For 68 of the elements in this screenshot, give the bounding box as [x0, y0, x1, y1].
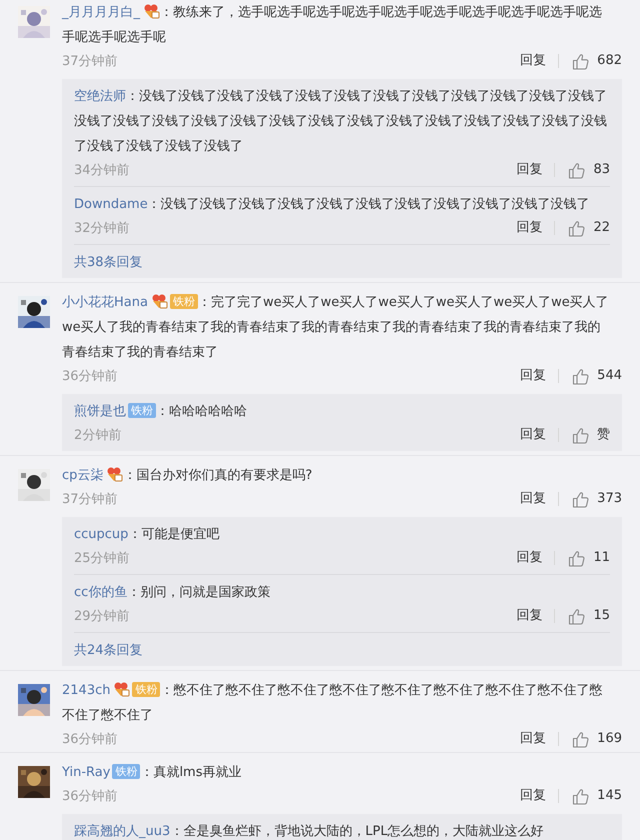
- comment-text: ccupcup：可能是便宜吧: [74, 526, 220, 544]
- thumbs-up-icon: [572, 490, 590, 508]
- thumbs-up-icon: [568, 220, 586, 236]
- timestamp: 36分钟前: [62, 368, 119, 385]
- username-link[interactable]: _月月月月白_: [62, 5, 140, 20]
- comment-text: 2143ch 铁粉 ：憋不住了憋不住了憋不住了憋不住了憋不住了憋不住了憋不住了憋不住了憋不住了憋不住了: [62, 680, 604, 725]
- comment-text: cp云柒 ：国台办对你们真的有要求是吗?: [62, 465, 314, 485]
- like-button[interactable]: 544: [572, 366, 622, 386]
- thumbs-up-icon: [572, 52, 590, 70]
- username-link[interactable]: cc你的鱼: [74, 585, 128, 600]
- comment-text: Downdame：没钱了没钱了没钱了没钱了没钱了没钱了没钱了没钱了没钱了没钱了没钱了: [74, 196, 591, 214]
- timestamp: 37分钟前: [62, 53, 119, 70]
- more-replies-link[interactable]: 共24条回复: [74, 643, 143, 658]
- reply-button[interactable]: 回复: [516, 218, 542, 238]
- reply-button[interactable]: 回复: [520, 786, 546, 806]
- thumbs-up-icon: [572, 368, 590, 384]
- comment-text: Yin-Ray 铁粉 ：真就lms再就业: [62, 763, 242, 782]
- thumbs-up-icon: [568, 608, 586, 624]
- thumbs-up-icon: [568, 550, 586, 566]
- like-button[interactable]: 15: [568, 606, 610, 626]
- thumbs-up-icon: [572, 730, 590, 748]
- comment-text: 踩高翘的人_uu3：全是臭鱼烂虾，背地说大陆的，LPL怎么想的，大陆就业这么好: [74, 823, 545, 840]
- like-button[interactable]: 11: [568, 548, 610, 568]
- timestamp: 36分钟前: [62, 788, 119, 805]
- like-button[interactable]: 145: [572, 786, 622, 806]
- timestamp: 34分钟前: [74, 162, 131, 179]
- timestamp: 36分钟前: [62, 731, 119, 748]
- reply-button[interactable]: 回复: [520, 425, 546, 445]
- thumbs-up-icon: [572, 788, 590, 804]
- username-link[interactable]: Downdame: [74, 197, 148, 212]
- reply-button[interactable]: 回复: [516, 606, 542, 626]
- comment-text: 煎饼是也 铁粉 ：哈哈哈哈哈哈: [74, 402, 248, 421]
- fan-badge: 铁粉: [112, 764, 140, 779]
- fan-badge: 铁粉: [132, 682, 160, 697]
- reply-button[interactable]: 回复: [516, 160, 542, 180]
- timestamp: 2分钟前: [74, 427, 122, 444]
- username-link[interactable]: 踩高翘的人_uu3: [74, 824, 170, 839]
- reply-button[interactable]: 回复: [520, 729, 546, 749]
- comment-text: 小小花花Hana 铁粉 ：完了完了we买人了we买人了we买人了we买人了we买人了we买人了we买人了我的青春结束了我的青春结束了我的青春结束了我的青春结束了我的青春结束了我的青春结束了我的青春结束了: [62, 292, 610, 362]
- username-link[interactable]: 小小花花Hana: [62, 295, 148, 310]
- username-link[interactable]: ccupcup: [74, 527, 128, 542]
- timestamp: 29分钟前: [74, 608, 131, 625]
- username-link[interactable]: 煎饼是也: [74, 404, 126, 419]
- like-button[interactable]: 373: [572, 489, 622, 509]
- like-button[interactable]: 22: [568, 218, 610, 238]
- comment-text: 空绝法师：没钱了没钱了没钱了没钱了没钱了没钱了没钱了没钱了没钱了没钱了没钱了没钱了没钱了没钱了没钱了没钱了没钱了没钱了没钱了没钱了没钱了没钱了没钱了没钱了没钱了没钱了没钱了没钱了没钱了没钱了: [74, 88, 608, 156]
- username-link[interactable]: cp云柒: [62, 468, 104, 483]
- reply-button[interactable]: 回复: [520, 51, 546, 71]
- like-button[interactable]: 682: [572, 51, 622, 71]
- thumbs-up-icon: [568, 162, 586, 178]
- fan-badge: 铁粉: [128, 403, 156, 418]
- like-button[interactable]: 83: [568, 160, 610, 180]
- more-replies-link[interactable]: 共38条回复: [74, 255, 143, 270]
- timestamp: 32分钟前: [74, 220, 131, 237]
- username-link[interactable]: 空绝法师: [74, 89, 126, 104]
- username-link[interactable]: Yin-Ray: [62, 765, 110, 780]
- thumbs-up-icon: [572, 426, 589, 444]
- reply-button[interactable]: 回复: [520, 366, 546, 386]
- like-button[interactable]: 赞: [572, 425, 610, 445]
- timestamp: 25分钟前: [74, 550, 131, 567]
- reply-button[interactable]: 回复: [516, 548, 542, 568]
- comment-text: cc你的鱼：别问，问就是国家政策: [74, 584, 272, 602]
- reply-button[interactable]: 回复: [520, 489, 546, 509]
- timestamp: 37分钟前: [62, 491, 119, 508]
- like-button[interactable]: 169: [572, 729, 622, 749]
- comment-text: _月月月月白_ ：教练来了，选手呢选手呢选手呢选手呢选手呢选手呢选手呢选手呢选手呢选手呢选手呢选手呢: [62, 2, 603, 47]
- username-link[interactable]: 2143ch: [62, 683, 110, 698]
- fan-badge: 铁粉: [170, 294, 198, 309]
